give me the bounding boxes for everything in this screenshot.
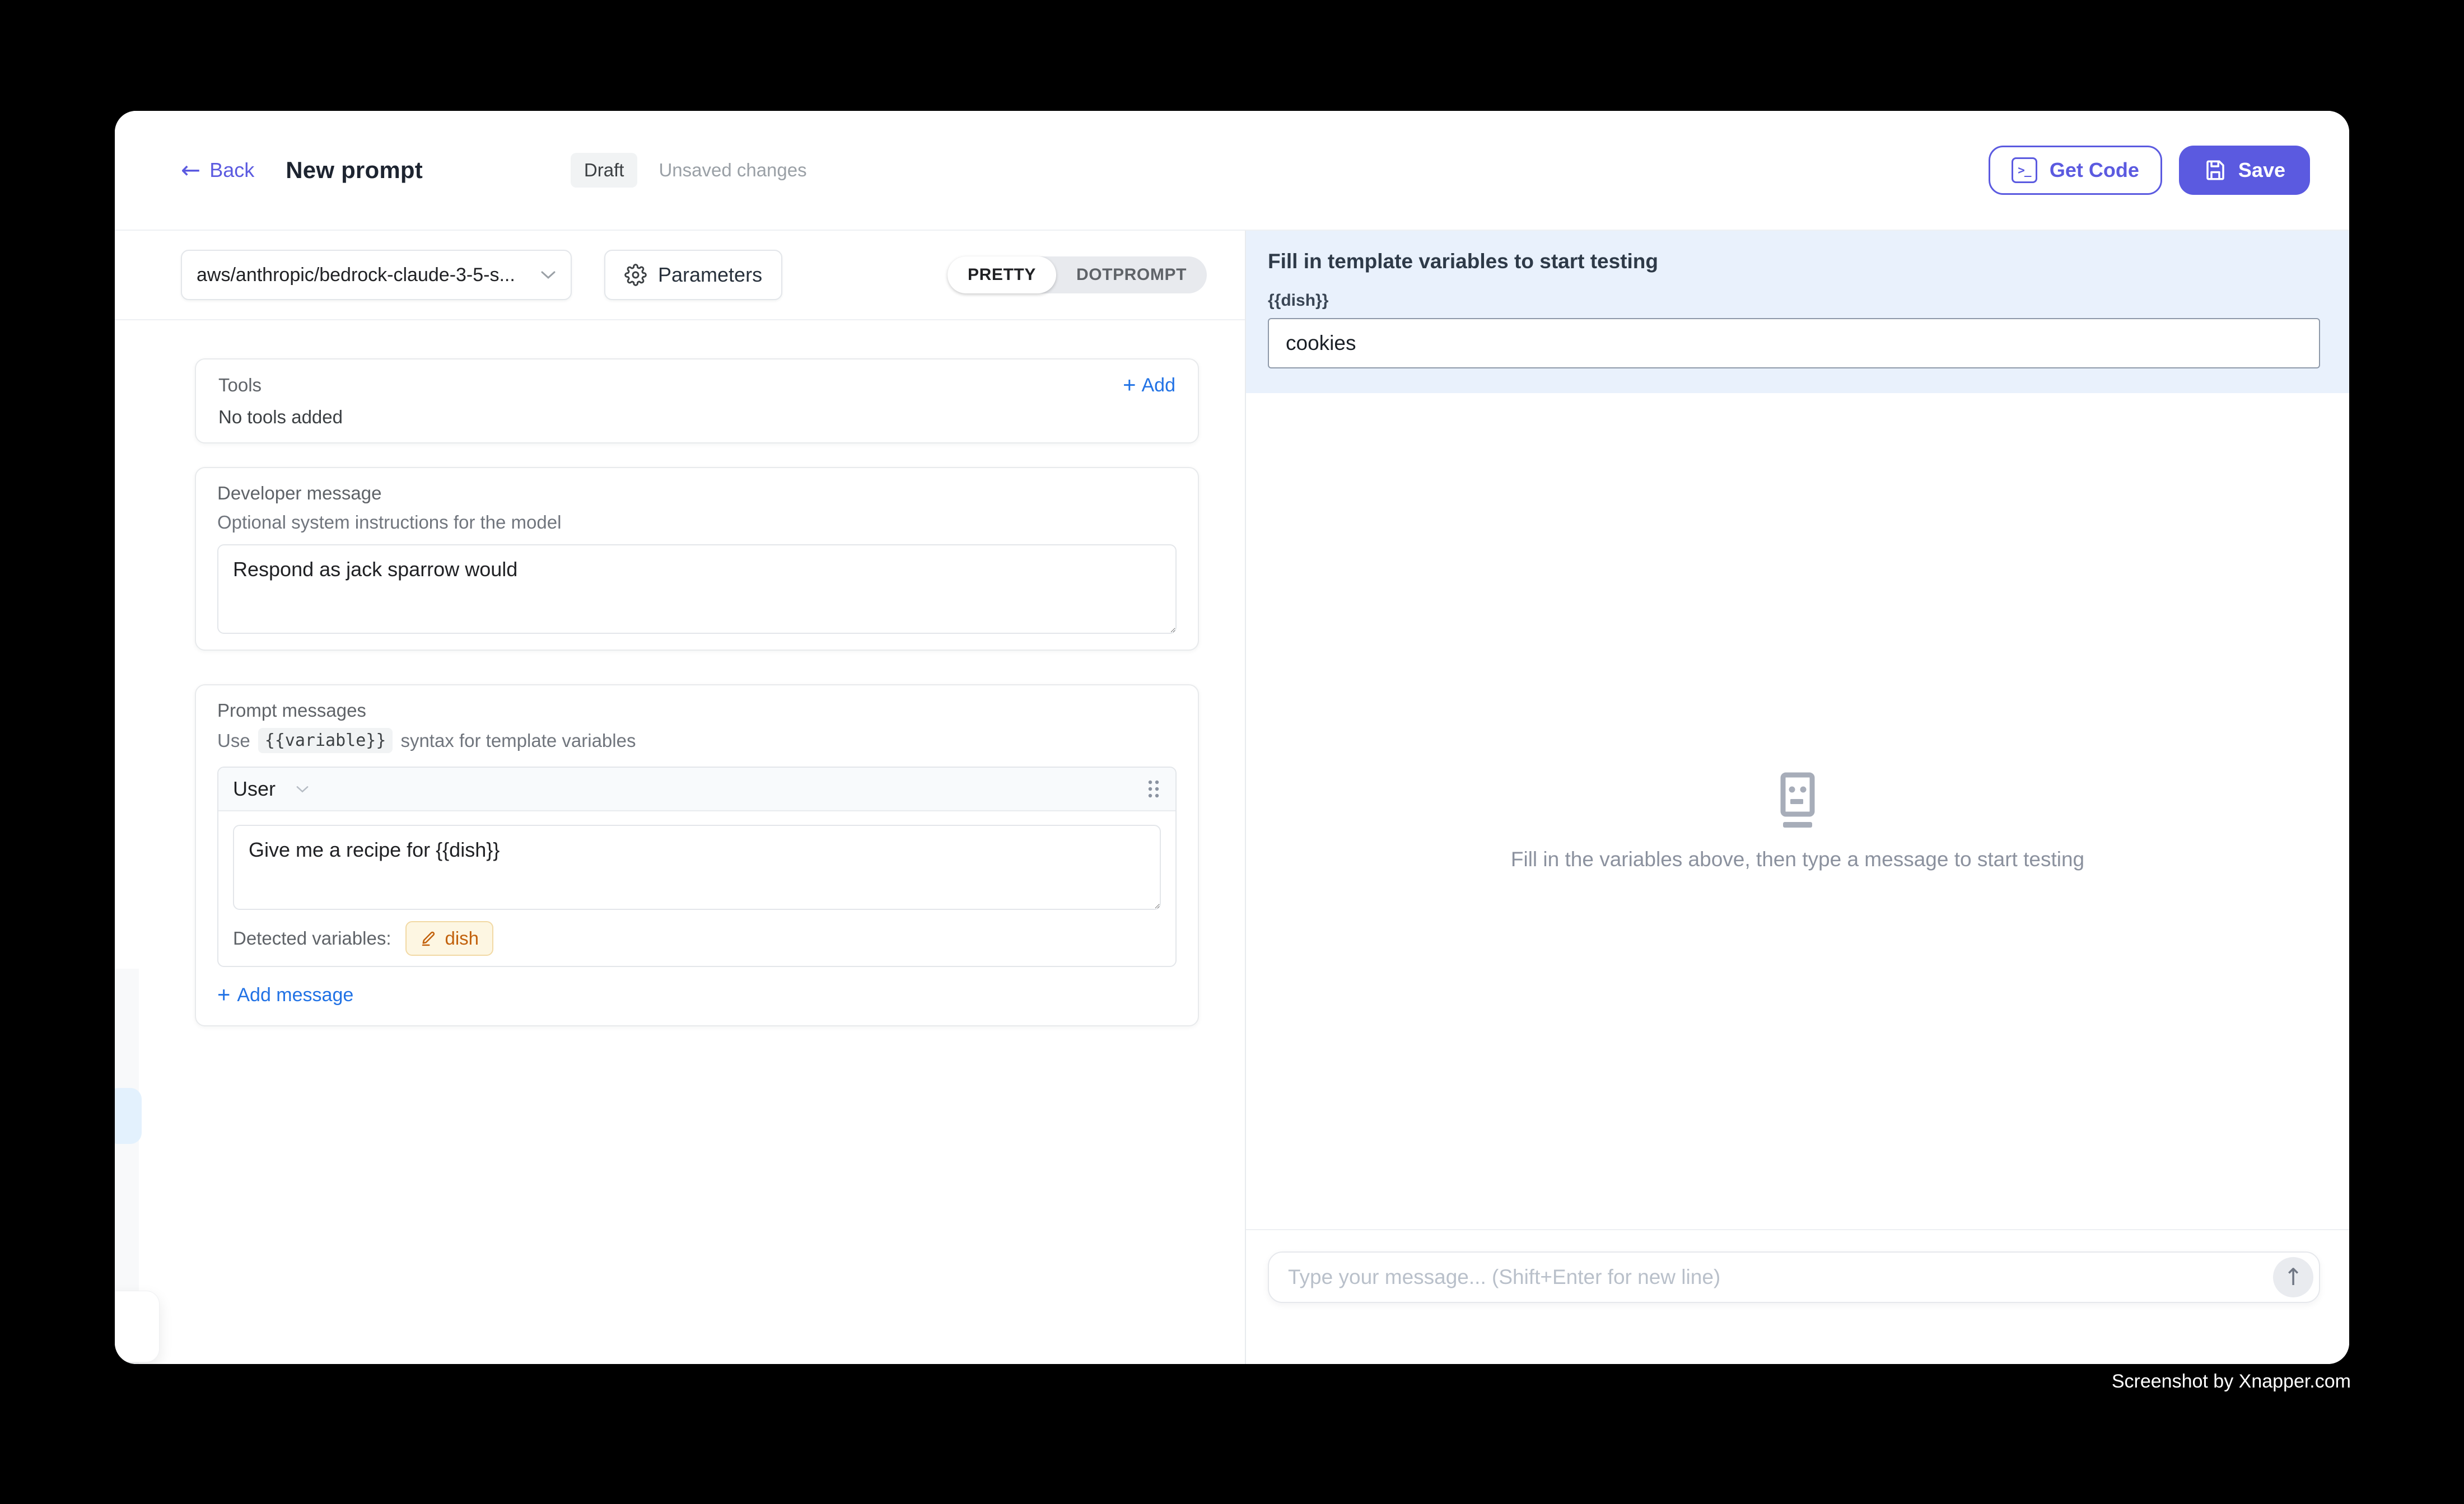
header-actions: >_ Get Code Save [1989,146,2310,195]
chevron-down-icon [540,270,556,280]
unsaved-changes-text: Unsaved changes [659,160,806,181]
plus-icon: + [1123,374,1136,396]
model-selector-value: aws/anthropic/bedrock-claude-3-5-s... [197,264,515,286]
developer-message-title: Developer message [217,483,1177,504]
prompt-tester-panel: Fill in template variables to start test… [1245,231,2349,1364]
add-message-button[interactable]: + Add message [217,984,353,1006]
model-toolbar: aws/anthropic/bedrock-claude-3-5-s... Pa… [115,231,1245,320]
chat-empty-state: Fill in the variables above, then type a… [1246,772,2349,871]
hint-prefix: Use [217,730,250,751]
chat-empty-text: Fill in the variables above, then type a… [1511,848,2084,871]
save-button[interactable]: Save [2179,146,2310,195]
save-label: Save [2238,158,2285,182]
watermark-text: Screenshot by Xnapper.com [2112,1371,2351,1393]
message-role-selector[interactable]: User [233,777,309,801]
format-toggle: PRETTY DOTPROMPT [948,256,1207,293]
message-block: User [217,767,1177,967]
toggle-pretty[interactable]: PRETTY [948,256,1056,293]
message-body: Give me a recipe for {{dish}} Detected v… [218,811,1175,966]
toggle-dotprompt[interactable]: DOTPROMPT [1056,256,1207,293]
chat-input-section: ↑ [1246,1229,2349,1364]
get-code-label: Get Code [2050,158,2139,182]
add-message-label: Add message [237,984,353,1006]
chat-input-bar: ↑ [1268,1251,2320,1303]
template-variables-section: Fill in template variables to start test… [1246,231,2349,393]
chevron-down-icon [296,785,309,793]
terminal-icon: >_ [2012,157,2037,183]
prompt-messages-title: Prompt messages [217,700,1177,721]
get-code-button[interactable]: >_ Get Code [1989,146,2162,195]
prompt-editor-window: ← Back New prompt Draft Unsaved changes … [115,111,2349,1364]
tools-title: Tools [218,375,262,396]
hint-suffix: syntax for template variables [400,730,636,751]
add-tool-button[interactable]: + Add [1123,374,1175,396]
robot-face-icon [1770,772,1826,832]
back-arrow-icon: ← [181,158,200,182]
background-sidebar-sliver [115,969,139,1364]
save-icon [2204,158,2227,182]
variable-name-label: {{dish}} [1268,291,2320,310]
detected-variables-row: Detected variables: dish [233,921,1161,956]
parameters-button[interactable]: Parameters [604,250,782,300]
send-arrow-icon: ↑ [2283,1265,2303,1289]
back-button[interactable]: ← Back [181,158,254,182]
message-content-input[interactable]: Give me a recipe for {{dish}} [233,825,1161,910]
edit-pencil-icon [420,930,437,947]
chat-message-input[interactable] [1287,1265,2265,1290]
variable-syntax-chip: {{variable}} [258,728,393,753]
page-title: New prompt [286,157,423,184]
developer-message-input[interactable]: Respond as jack sparrow would [217,544,1177,634]
prompt-editor-panel: aws/anthropic/bedrock-claude-3-5-s... Pa… [115,231,1245,1364]
prompt-messages-card: Prompt messages Use {{variable}} syntax … [195,684,1199,1026]
message-role-value: User [233,777,276,801]
developer-message-card: Developer message Optional system instru… [195,467,1199,651]
tools-card: Tools + Add No tools added [195,358,1199,443]
sidebar-popup-fragment [115,1291,160,1362]
model-selector[interactable]: aws/anthropic/bedrock-claude-3-5-s... [181,250,572,300]
status-badge: Draft [571,153,638,188]
chat-test-area: Fill in the variables above, then type a… [1246,393,2349,1364]
parameters-label: Parameters [658,263,762,287]
send-message-button[interactable]: ↑ [2273,1257,2313,1297]
variable-chip-label: dish [445,928,479,949]
tools-empty-text: No tools added [218,407,1175,428]
back-label: Back [209,158,254,182]
developer-message-subtitle: Optional system instructions for the mod… [217,512,1177,533]
detected-variables-label: Detected variables: [233,928,391,949]
sidebar-active-item[interactable] [115,1088,142,1144]
gear-icon [624,264,647,286]
app-header: ← Back New prompt Draft Unsaved changes … [115,111,2349,231]
template-syntax-hint: Use {{variable}} syntax for template var… [217,728,1177,753]
plus-icon: + [217,984,230,1006]
drag-handle-icon[interactable] [1146,779,1161,799]
message-header: User [218,768,1175,811]
screenshot-background: ← Back New prompt Draft Unsaved changes … [0,0,2464,1504]
editor-cards: Tools + Add No tools added Developer mes… [115,320,1245,1026]
tester-title: Fill in template variables to start test… [1268,250,2320,273]
variable-chip-dish[interactable]: dish [405,921,493,956]
variable-value-input[interactable] [1268,318,2320,368]
add-tool-label: Add [1142,375,1176,396]
